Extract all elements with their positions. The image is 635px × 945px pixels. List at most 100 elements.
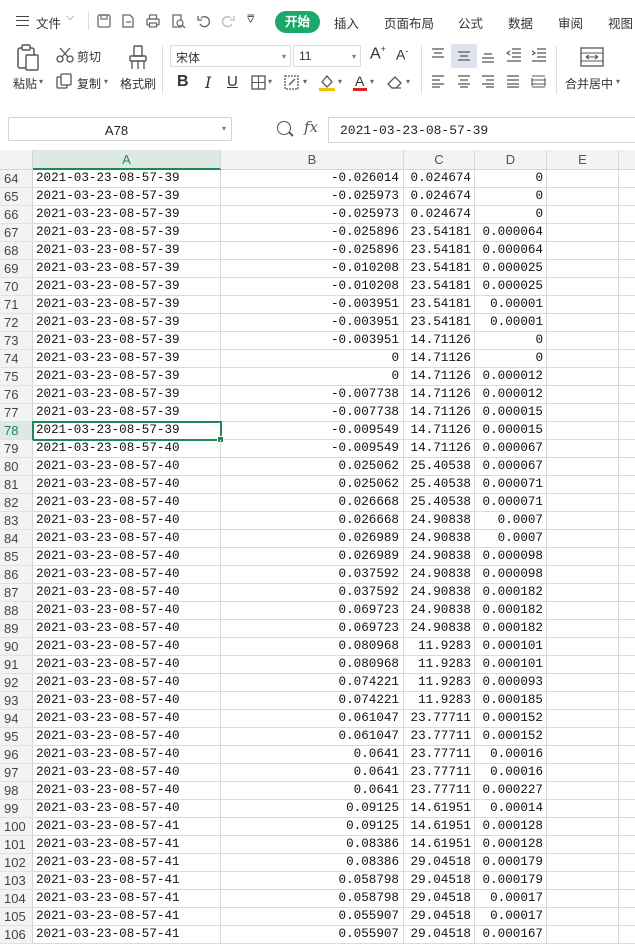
merge-center-button[interactable]: 合并居中	[565, 75, 613, 92]
cell-e[interactable]	[547, 746, 619, 764]
name-box[interactable]: A78 ▾	[8, 117, 232, 141]
cell-b[interactable]: 0.058798	[221, 872, 404, 890]
chevron-down-icon[interactable]: ▾	[370, 77, 374, 86]
row-header[interactable]: 73	[0, 332, 33, 350]
cell-f[interactable]	[619, 206, 635, 224]
cell-e[interactable]	[547, 782, 619, 800]
cell-e[interactable]	[547, 422, 619, 440]
cell-d[interactable]: 0	[475, 170, 547, 188]
print-icon[interactable]	[145, 13, 161, 29]
cell-b[interactable]: -0.007738	[221, 386, 404, 404]
cell-c[interactable]: 11.9283	[404, 674, 475, 692]
cell-f[interactable]	[619, 746, 635, 764]
cut-button[interactable]: 剪切	[77, 48, 101, 65]
cell-b[interactable]: 0.055907	[221, 908, 404, 926]
cell-a[interactable]: 2021-03-23-08-57-41	[33, 926, 221, 944]
row-header[interactable]: 95	[0, 728, 33, 746]
cell-e[interactable]	[547, 476, 619, 494]
cell-f[interactable]	[619, 782, 635, 800]
row-header[interactable]: 68	[0, 242, 33, 260]
cell-b[interactable]: 0.074221	[221, 692, 404, 710]
chevron-down-icon[interactable]: ▾	[268, 77, 272, 86]
scissors-icon[interactable]	[56, 46, 74, 64]
row-header[interactable]: 74	[0, 350, 33, 368]
cell-b[interactable]: 0.026668	[221, 494, 404, 512]
cell-c[interactable]: 23.54181	[404, 260, 475, 278]
print-preview-icon[interactable]	[170, 13, 186, 29]
paste-button[interactable]: 粘贴	[13, 75, 37, 92]
cell-d[interactable]: 0.00017	[475, 890, 547, 908]
tab-view[interactable]: 视图	[608, 13, 633, 32]
row-header[interactable]: 78	[0, 422, 33, 440]
cell-f[interactable]	[619, 872, 635, 890]
align-right-icon[interactable]	[481, 75, 495, 88]
cell-c[interactable]: 0.024674	[404, 206, 475, 224]
cell-e[interactable]	[547, 872, 619, 890]
cell-a[interactable]: 2021-03-23-08-57-39	[33, 422, 221, 440]
row-header[interactable]: 92	[0, 674, 33, 692]
cell-d[interactable]: 0.000128	[475, 836, 547, 854]
cell-d[interactable]: 0	[475, 332, 547, 350]
row-header[interactable]: 106	[0, 926, 33, 944]
row-header[interactable]: 101	[0, 836, 33, 854]
font-color-icon[interactable]: A	[352, 73, 368, 91]
row-header[interactable]: 97	[0, 764, 33, 782]
cell-d[interactable]: 0.00017	[475, 908, 547, 926]
cell-c[interactable]: 25.40538	[404, 476, 475, 494]
cell-b[interactable]: 0.058798	[221, 890, 404, 908]
fill-color-icon[interactable]	[318, 73, 336, 91]
cell-f[interactable]	[619, 638, 635, 656]
cell-e[interactable]	[547, 656, 619, 674]
cell-e[interactable]	[547, 260, 619, 278]
formula-input[interactable]: 2021-03-23-08-57-39	[328, 117, 635, 143]
cell-c[interactable]: 0.024674	[404, 188, 475, 206]
cell-e[interactable]	[547, 818, 619, 836]
cell-a[interactable]: 2021-03-23-08-57-39	[33, 368, 221, 386]
cell-a[interactable]: 2021-03-23-08-57-40	[33, 746, 221, 764]
cell-e[interactable]	[547, 350, 619, 368]
align-middle-icon[interactable]	[457, 50, 471, 62]
cell-f[interactable]	[619, 692, 635, 710]
cell-c[interactable]: 0.024674	[404, 170, 475, 188]
cell-d[interactable]: 0	[475, 350, 547, 368]
cell-d[interactable]: 0.000101	[475, 638, 547, 656]
cell-a[interactable]: 2021-03-23-08-57-40	[33, 602, 221, 620]
row-header[interactable]: 76	[0, 386, 33, 404]
cell-c[interactable]: 23.54181	[404, 224, 475, 242]
cell-c[interactable]: 11.9283	[404, 656, 475, 674]
cell-e[interactable]	[547, 584, 619, 602]
cell-b[interactable]: -0.010208	[221, 260, 404, 278]
cell-d[interactable]: 0.000012	[475, 368, 547, 386]
cell-e[interactable]	[547, 674, 619, 692]
cell-e[interactable]	[547, 458, 619, 476]
cell-b[interactable]: 0.026668	[221, 512, 404, 530]
cell-e[interactable]	[547, 800, 619, 818]
cell-d[interactable]: 0.0007	[475, 530, 547, 548]
cell-c[interactable]: 14.71126	[404, 350, 475, 368]
format-painter-button[interactable]: 格式刷	[120, 75, 156, 92]
cell-b[interactable]: 0.08386	[221, 836, 404, 854]
column-header-c[interactable]: C	[404, 150, 475, 170]
cell-f[interactable]	[619, 242, 635, 260]
cell-e[interactable]	[547, 512, 619, 530]
cell-f[interactable]	[619, 350, 635, 368]
row-header[interactable]: 99	[0, 800, 33, 818]
cell-f[interactable]	[619, 620, 635, 638]
cell-a[interactable]: 2021-03-23-08-57-39	[33, 278, 221, 296]
cell-e[interactable]	[547, 170, 619, 188]
cell-a[interactable]: 2021-03-23-08-57-41	[33, 890, 221, 908]
cell-d[interactable]: 0.000025	[475, 278, 547, 296]
row-header[interactable]: 81	[0, 476, 33, 494]
cell-b[interactable]: 0.0641	[221, 764, 404, 782]
cell-e[interactable]	[547, 836, 619, 854]
align-top-icon[interactable]	[431, 48, 445, 60]
cell-c[interactable]: 29.04518	[404, 926, 475, 944]
cell-e[interactable]	[547, 854, 619, 872]
cell-e[interactable]	[547, 494, 619, 512]
cell-b[interactable]: 0.080968	[221, 656, 404, 674]
cell-d[interactable]: 0.000015	[475, 422, 547, 440]
chevron-down-icon[interactable]: ▾	[338, 77, 342, 86]
merge-dropdown-caret[interactable]: ▾	[616, 77, 620, 86]
cell-b[interactable]: -0.025896	[221, 242, 404, 260]
cell-e[interactable]	[547, 314, 619, 332]
